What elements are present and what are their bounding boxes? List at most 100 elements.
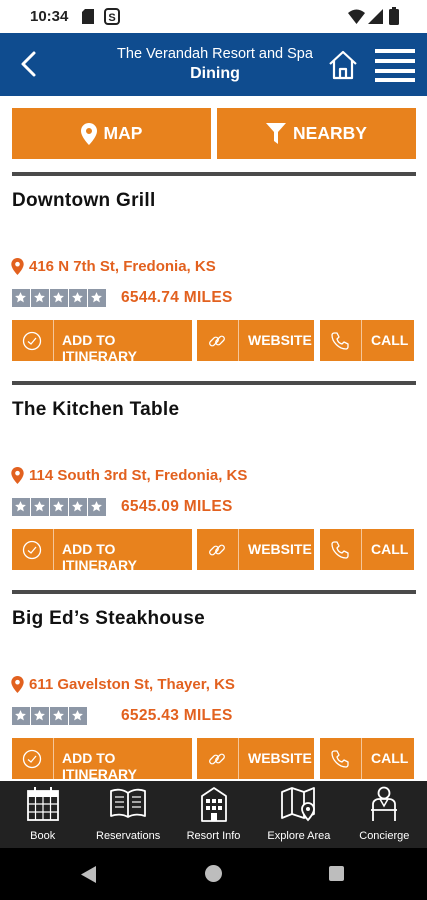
wifi-icon [348,9,365,29]
call-button[interactable]: CALL [320,320,414,361]
nav-item-explore-area[interactable]: Explore Area [256,781,341,848]
add-to-itinerary-button[interactable]: ADD TO ITINERARY [12,320,192,364]
call-label: CALL [371,750,409,766]
back-arrow-icon [21,51,36,77]
star-rating [12,289,107,307]
star-icon [69,707,87,725]
link-icon [209,335,225,347]
itinerary-label: ADD TO ITINERARY [62,541,137,573]
phone-icon [331,332,349,350]
filter-funnel-icon [266,123,287,144]
nav-label: Resort Info [186,830,241,842]
star-icon [31,289,49,307]
website-button[interactable]: WEBSITE [197,320,314,361]
s-app-icon: S [104,8,120,30]
star-icon [69,498,87,516]
distance: 6544.74 MILES [121,289,233,306]
address-link[interactable]: 611 Gavelston St, Thayer, KS [11,676,235,693]
website-label: WEBSITE [248,332,312,348]
restaurant-name[interactable]: The Kitchen Table [12,399,179,421]
phone-icon [331,541,349,559]
button-separator [53,529,54,570]
nav-label: Reservations [96,830,161,842]
divider [12,381,416,385]
star-icon [88,498,106,516]
itinerary-label: ADD TO ITINERARY [62,332,137,364]
button-separator [361,738,362,779]
home-icon [329,50,357,80]
button-separator [238,320,239,361]
nearby-button[interactable]: NEARBY [217,108,416,159]
call-button[interactable]: CALL [320,529,414,570]
divider [12,590,416,594]
star-rating [12,498,107,516]
star-icon [88,289,106,307]
website-button[interactable]: WEBSITE [197,738,314,779]
link-icon [209,753,225,765]
map-button[interactable]: MAP [12,108,211,159]
star-icon [50,498,68,516]
bottom-nav: Book Reservations Resort Info Explore Ar… [0,781,427,848]
nav-item-resort-info[interactable]: Resort Info [171,781,256,848]
hamburger-menu-icon [375,49,415,82]
location-pin-icon [11,676,24,693]
location-pin-icon [11,258,24,275]
status-time: 10:34 [30,8,69,25]
address-text: 416 N 7th St, Fredonia, KS [29,258,216,275]
button-separator [238,738,239,779]
open-book-icon [110,788,147,818]
map-pin-icon [80,122,97,145]
button-separator [361,320,362,361]
restaurant-name[interactable]: Downtown Grill [12,190,156,212]
button-separator [53,738,54,779]
star-icon [50,707,68,725]
address-link[interactable]: 416 N 7th St, Fredonia, KS [11,258,216,275]
location-pin-icon [11,467,24,484]
star-icon [50,289,68,307]
nav-item-book[interactable]: Book [0,781,85,848]
address-link[interactable]: 114 South 3rd St, Fredonia, KS [11,467,247,484]
star-icon [69,289,87,307]
website-label: WEBSITE [248,750,312,766]
system-home-button[interactable] [205,865,222,882]
nav-label: Concierge [359,830,410,842]
status-bar: 10:34 S [0,0,427,33]
listing-card: Downtown Grill 416 N 7th St, Fredonia, K… [0,172,427,381]
website-label: WEBSITE [248,541,312,557]
screen: 10:34 S The Verandah Resort and Spa Dini… [0,0,427,900]
map-pin-icon [281,787,315,822]
distance: 6525.43 MILES [121,707,233,724]
restaurant-name[interactable]: Big Ed’s Steakhouse [12,608,205,630]
nav-label: Explore Area [267,830,331,842]
star-icon [12,498,30,516]
call-label: CALL [371,332,409,348]
home-button[interactable] [327,49,359,81]
building-icon [200,787,227,822]
itinerary-label: ADD TO ITINERARY [62,750,137,782]
svg-text:S: S [108,12,115,24]
sim-card-icon [82,9,94,29]
calendar-icon [26,787,59,821]
system-nav-bar [0,848,427,900]
system-recents-button[interactable] [329,866,344,881]
button-separator [361,529,362,570]
menu-button[interactable] [373,47,417,83]
nav-item-reservations[interactable]: Reservations [85,781,170,848]
nav-item-concierge[interactable]: Concierge [342,781,427,848]
concierge-icon [371,786,398,821]
check-circle-icon [22,749,42,769]
add-to-itinerary-button[interactable]: ADD TO ITINERARY [12,529,192,573]
add-to-itinerary-button[interactable]: ADD TO ITINERARY [12,738,192,782]
star-icon [12,289,30,307]
website-button[interactable]: WEBSITE [197,529,314,570]
header-subtitle: Dining [190,65,240,82]
button-separator [238,529,239,570]
call-button[interactable]: CALL [320,738,414,779]
star-icon [31,707,49,725]
signal-icon [368,9,383,29]
address-text: 611 Gavelston St, Thayer, KS [29,676,235,693]
back-button[interactable] [12,47,46,81]
system-back-icon[interactable] [81,866,97,883]
star-icon [31,498,49,516]
divider [12,172,416,176]
